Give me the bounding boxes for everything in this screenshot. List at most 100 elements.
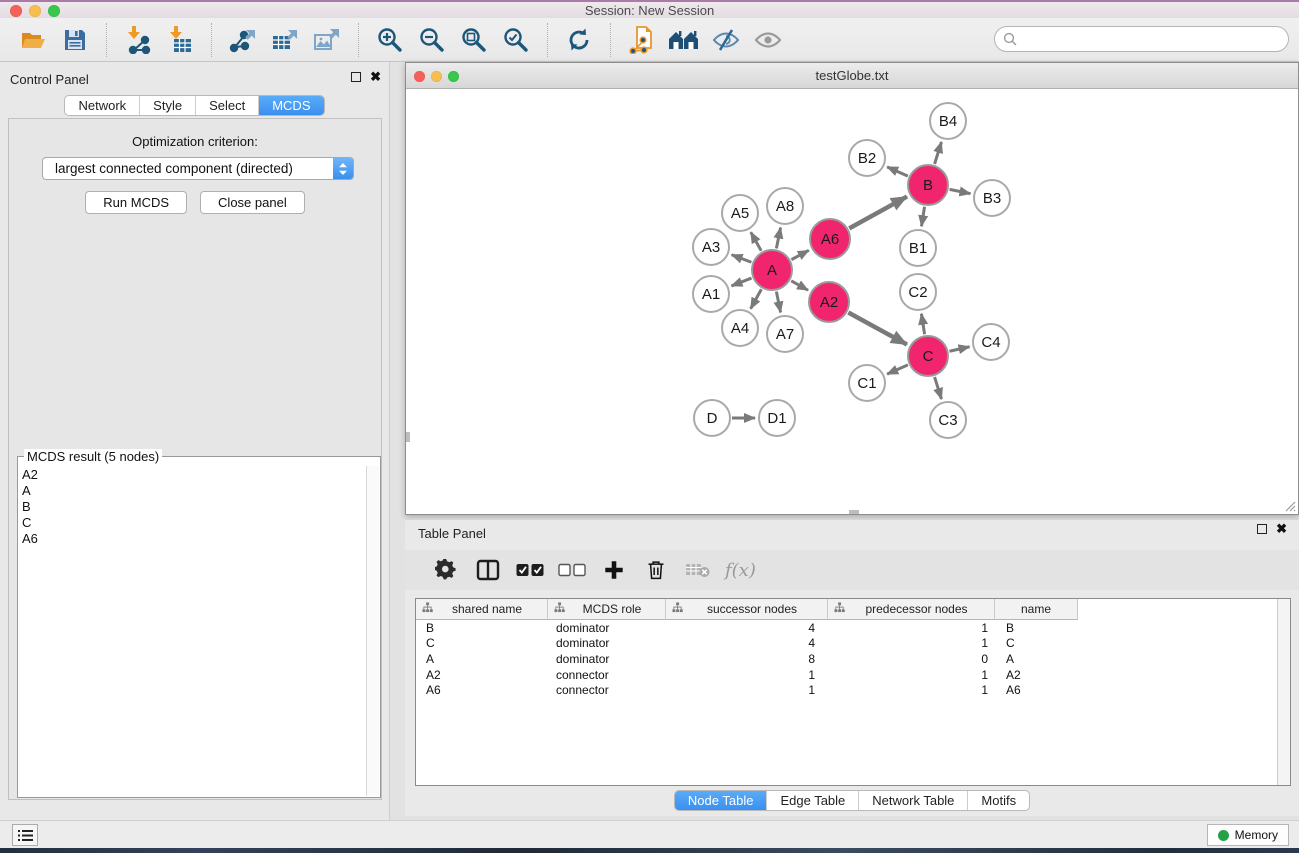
import-network-icon[interactable] <box>123 24 153 56</box>
search-box[interactable] <box>994 26 1289 52</box>
tab-select[interactable]: Select <box>196 96 259 115</box>
graph-node-B4[interactable]: B4 <box>929 102 967 140</box>
tab-node-table[interactable]: Node Table <box>675 791 768 810</box>
graph-node-A5[interactable]: A5 <box>721 194 759 232</box>
minimize-view-icon[interactable] <box>431 71 442 82</box>
cell[interactable]: 1 <box>666 683 828 697</box>
edge-C-C1[interactable] <box>887 365 908 374</box>
function-builder-icon[interactable]: f(x) <box>725 555 756 585</box>
criterion-dropdown[interactable]: largest connected component (directed) <box>42 157 354 180</box>
cell[interactable]: 1 <box>828 636 995 650</box>
hide-details-icon[interactable] <box>711 24 741 56</box>
column-header-predecessor-nodes[interactable]: predecessor nodes <box>828 599 995 620</box>
cell[interactable]: 1 <box>828 668 995 682</box>
cell[interactable]: A6 <box>995 683 1078 697</box>
edge-A-A8[interactable] <box>776 228 780 249</box>
cell[interactable]: A2 <box>416 668 548 682</box>
float-icon[interactable] <box>351 72 361 82</box>
close-window-icon[interactable] <box>10 5 22 17</box>
column-header-shared-name[interactable]: shared name <box>416 599 548 620</box>
resize-grip-icon[interactable] <box>1283 499 1296 512</box>
network-graph-canvas[interactable]: B4B2BB3A8A5A6A3B1AC2A1A2A4A7C4CC1DD1C3 <box>406 89 1298 514</box>
cell[interactable]: A <box>416 652 548 666</box>
table-scrollbar[interactable] <box>1277 599 1290 785</box>
result-node-item[interactable]: A <box>22 483 364 499</box>
graph-node-A[interactable]: A <box>751 249 793 291</box>
zoom-in-icon[interactable] <box>375 24 405 56</box>
close-view-icon[interactable] <box>414 71 425 82</box>
graph-node-D1[interactable]: D1 <box>758 399 796 437</box>
edge-B-B4[interactable] <box>935 142 942 164</box>
deselect-all-icon[interactable] <box>557 555 587 585</box>
split-panel-icon[interactable] <box>473 555 503 585</box>
graph-node-C1[interactable]: C1 <box>848 364 886 402</box>
tab-network-table[interactable]: Network Table <box>859 791 968 810</box>
tab-style[interactable]: Style <box>140 96 196 115</box>
column-header-successor-nodes[interactable]: successor nodes <box>666 599 828 620</box>
cell[interactable]: B <box>995 621 1078 635</box>
float-icon[interactable] <box>1257 524 1267 534</box>
edge-A-A5[interactable] <box>751 232 761 251</box>
show-details-icon[interactable] <box>753 24 783 56</box>
graph-node-B2[interactable]: B2 <box>848 139 886 177</box>
edge-A-A7[interactable] <box>776 292 780 313</box>
tab-mcds[interactable]: MCDS <box>259 96 323 115</box>
export-network-icon[interactable] <box>228 24 258 56</box>
cell[interactable]: C <box>416 636 548 650</box>
result-node-item[interactable]: C <box>22 515 364 531</box>
graph-node-A4[interactable]: A4 <box>721 309 759 347</box>
cell[interactable]: connector <box>548 683 666 697</box>
tab-motifs[interactable]: Motifs <box>968 791 1029 810</box>
network-file-icon[interactable] <box>627 24 657 56</box>
zoom-selected-icon[interactable] <box>501 24 531 56</box>
zoom-out-icon[interactable] <box>417 24 447 56</box>
graph-node-D[interactable]: D <box>693 399 731 437</box>
table-row[interactable]: A2connector11A2 <box>416 667 1290 683</box>
network-window-titlebar[interactable]: testGlobe.txt <box>406 63 1298 89</box>
maximize-window-icon[interactable] <box>48 5 60 17</box>
export-table-icon[interactable] <box>270 24 300 56</box>
search-input[interactable] <box>1022 29 1288 49</box>
graph-node-B3[interactable]: B3 <box>973 179 1011 217</box>
edge-A-A1[interactable] <box>731 278 751 286</box>
edge-C-C4[interactable] <box>949 347 969 351</box>
save-session-icon[interactable] <box>60 24 90 56</box>
mcds-result-list[interactable]: A2ABCA6 <box>22 467 364 793</box>
export-image-icon[interactable] <box>312 24 342 56</box>
result-node-item[interactable]: A6 <box>22 531 364 547</box>
column-header-MCDS-role[interactable]: MCDS role <box>548 599 666 620</box>
node-table[interactable]: shared nameMCDS rolesuccessor nodesprede… <box>415 598 1291 786</box>
select-all-icon[interactable] <box>515 555 545 585</box>
cell[interactable]: A6 <box>416 683 548 697</box>
result-node-item[interactable]: A2 <box>22 467 364 483</box>
tab-edge-table[interactable]: Edge Table <box>767 791 859 810</box>
close-icon[interactable]: ✖ <box>370 72 381 82</box>
cell[interactable]: A <box>995 652 1078 666</box>
cell[interactable]: C <box>995 636 1078 650</box>
cell[interactable]: A2 <box>995 668 1078 682</box>
cell[interactable]: dominator <box>548 621 666 635</box>
graph-node-A3[interactable]: A3 <box>692 228 730 266</box>
edge-C-C2[interactable] <box>921 314 924 335</box>
table-settings-icon[interactable] <box>431 555 461 585</box>
cell[interactable]: dominator <box>548 652 666 666</box>
cell[interactable]: 4 <box>666 621 828 635</box>
add-column-icon[interactable] <box>599 555 629 585</box>
edge-A-A2[interactable] <box>791 281 808 290</box>
zoom-fit-icon[interactable] <box>459 24 489 56</box>
edge-B-B1[interactable] <box>921 207 924 227</box>
edge-C-C3[interactable] <box>935 377 942 399</box>
table-row[interactable]: Bdominator41B <box>416 620 1290 636</box>
result-scrollbar[interactable] <box>366 466 379 796</box>
tab-network[interactable]: Network <box>65 96 140 115</box>
cell[interactable]: dominator <box>548 636 666 650</box>
cell[interactable]: 4 <box>666 636 828 650</box>
graph-node-A8[interactable]: A8 <box>766 187 804 225</box>
cell[interactable]: connector <box>548 668 666 682</box>
import-table-icon[interactable] <box>165 24 195 56</box>
delete-table-icon[interactable] <box>683 555 713 585</box>
edge-B-B3[interactable] <box>950 189 971 193</box>
cell[interactable]: 1 <box>666 668 828 682</box>
edge-A-A3[interactable] <box>732 255 752 262</box>
table-row[interactable]: Adominator80A <box>416 651 1290 667</box>
